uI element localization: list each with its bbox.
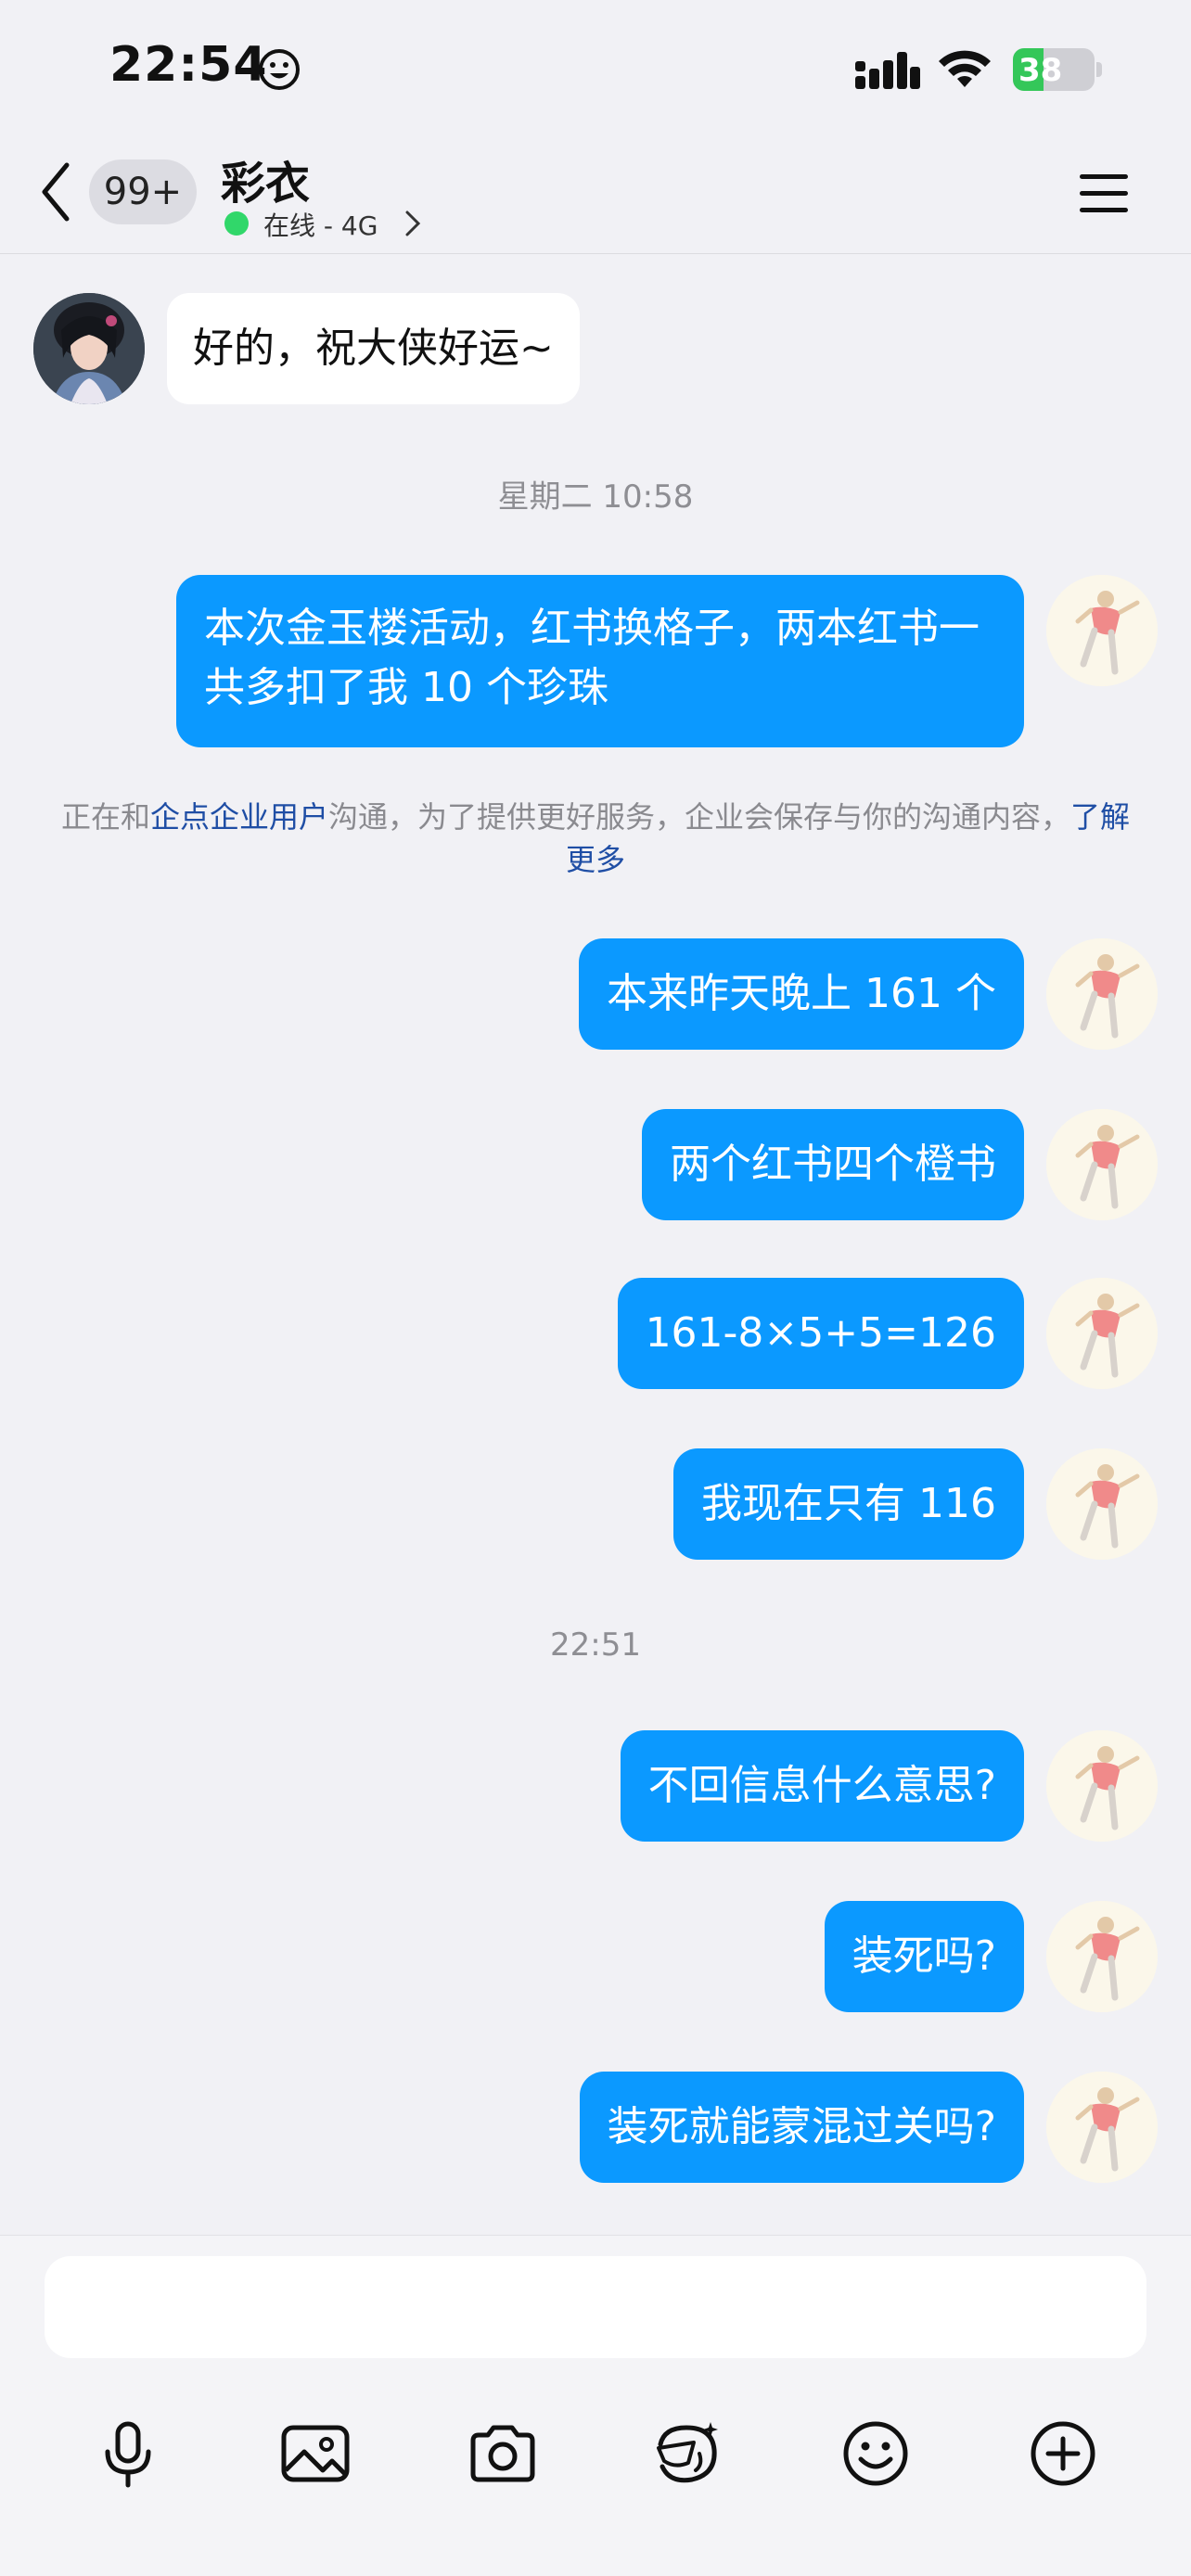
menu-icon[interactable] <box>1078 171 1130 217</box>
battery-indicator: 38 <box>1013 48 1102 91</box>
outgoing-message[interactable]: 161-8×5+5=126 <box>617 1278 1024 1389</box>
wifi-icon <box>939 50 991 87</box>
plus-icon[interactable] <box>1026 2417 1100 2491</box>
user-avatar[interactable] <box>1046 1278 1158 1389</box>
online-status-dot <box>224 211 249 236</box>
timestamp-separator: 22:51 <box>550 1626 641 1664</box>
privacy-notice: 正在和企点企业用户沟通，为了提供更好服务，企业会保存与你的沟通内容，了解更多 <box>60 799 1131 877</box>
composer <box>0 2235 1191 2576</box>
user-avatar[interactable] <box>1046 1109 1158 1220</box>
user-avatar[interactable] <box>1046 575 1158 686</box>
contact-avatar[interactable] <box>33 293 145 404</box>
contact-name[interactable]: 彩衣 <box>221 147 310 211</box>
user-avatar[interactable] <box>1046 938 1158 1050</box>
user-avatar[interactable] <box>1046 1730 1158 1842</box>
cellular-signal-icon <box>855 52 920 89</box>
user-avatar[interactable] <box>1046 1448 1158 1560</box>
outgoing-message[interactable]: 装死吗? <box>824 1901 1024 2012</box>
outgoing-message[interactable]: 不回信息什么意思? <box>620 1730 1024 1842</box>
status-bar: 22:54 38 <box>0 0 1191 139</box>
online-status-text[interactable]: 在线 - 4G <box>263 206 378 243</box>
outgoing-message[interactable]: 我现在只有 116 <box>673 1448 1024 1560</box>
chevron-right-icon[interactable] <box>404 210 421 237</box>
battery-percent: 38 <box>1018 52 1063 89</box>
chat-header: 99+ 彩衣 在线 - 4G <box>0 139 1191 254</box>
emoji-icon[interactable] <box>839 2417 913 2491</box>
outgoing-message[interactable]: 装死就能蒙混过关吗? <box>579 2072 1024 2183</box>
company-link[interactable]: 企点企业用户 <box>150 799 328 835</box>
timestamp-separator: 星期二 10:58 <box>497 478 694 516</box>
microphone-icon[interactable] <box>91 2417 165 2491</box>
camera-icon[interactable] <box>466 2417 540 2491</box>
image-icon[interactable] <box>278 2417 352 2491</box>
status-time: 22:54 <box>109 37 268 93</box>
outgoing-message[interactable]: 本来昨天晚上 161 个 <box>579 938 1024 1050</box>
user-avatar[interactable] <box>1046 2072 1158 2183</box>
unread-count-badge[interactable]: 99+ <box>89 159 197 224</box>
smiley-icon <box>259 49 300 90</box>
outgoing-message[interactable]: 两个红书四个橙书 <box>642 1109 1024 1220</box>
incoming-message[interactable]: 好的，祝大侠好运~ <box>167 293 580 404</box>
message-input[interactable] <box>45 2256 1146 2358</box>
sticker-icon[interactable] <box>651 2417 725 2491</box>
user-avatar[interactable] <box>1046 1901 1158 2012</box>
outgoing-message[interactable]: 本次金玉楼活动，红书换格子，两本红书一共多扣了我 10 个珍珠 <box>176 575 1024 747</box>
back-chevron-icon[interactable] <box>37 159 74 224</box>
